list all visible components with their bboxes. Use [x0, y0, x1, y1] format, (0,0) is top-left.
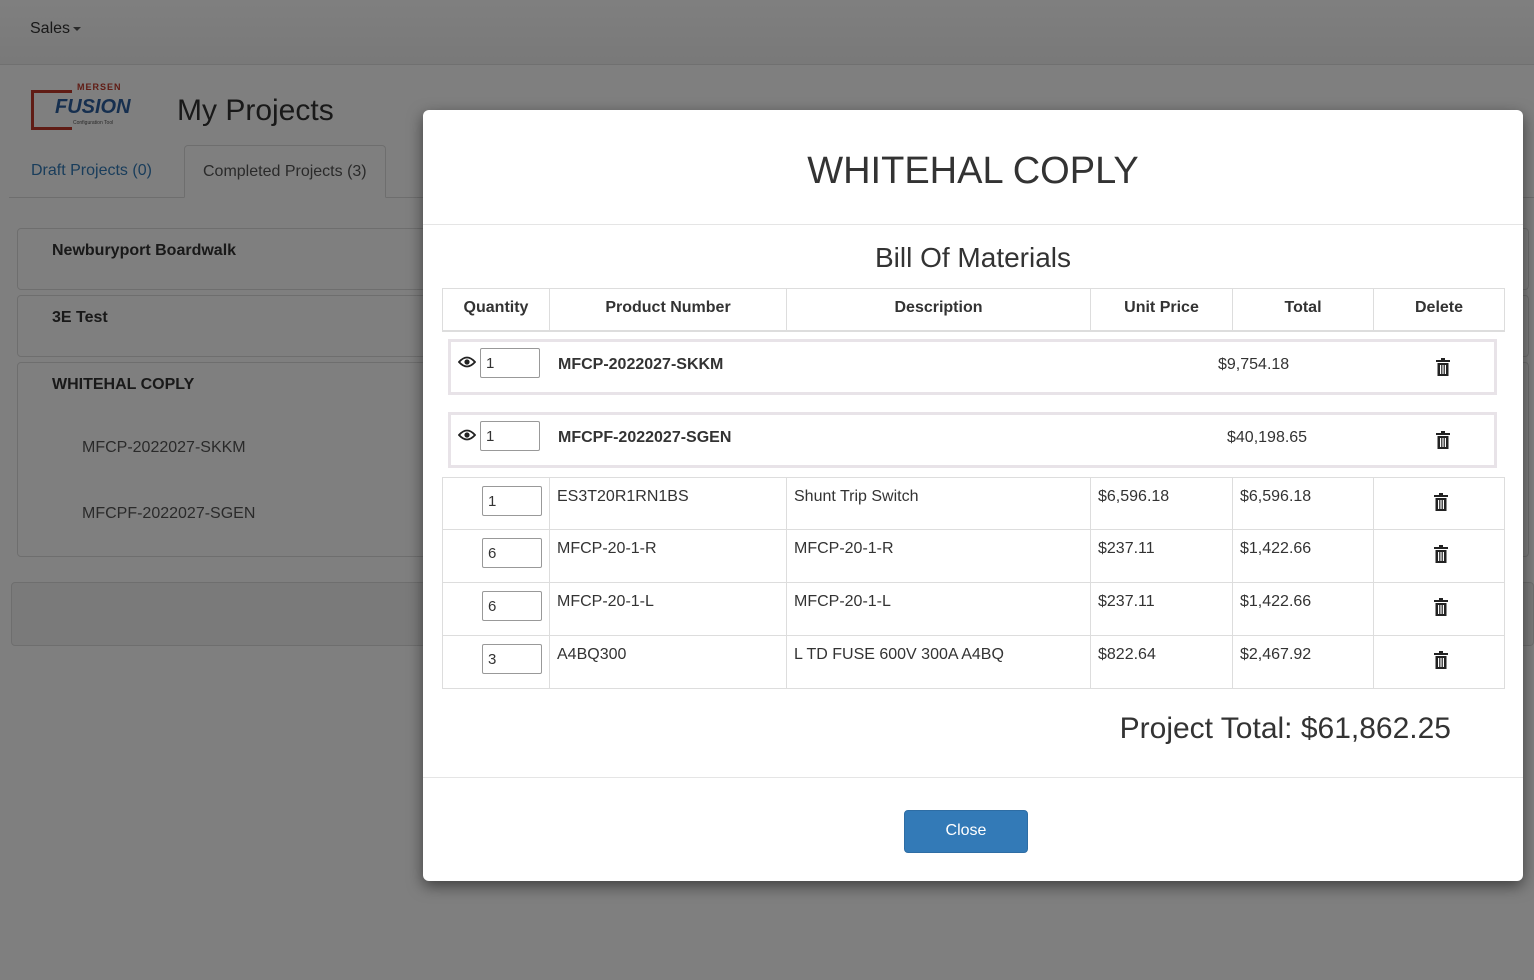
quantity-cell — [443, 636, 550, 688]
description-cell: MFCP-20-1-R — [787, 530, 1091, 582]
table-row: ES3T20R1RN1BS Shunt Trip Switch $6,596.1… — [442, 477, 1505, 530]
description-cell: L TD FUSE 600V 300A A4BQ — [787, 636, 1091, 688]
column-header-total: Total — [1233, 289, 1374, 331]
table-row: MFCP-20-1-L MFCP-20-1-L $237.11 $1,422.6… — [442, 583, 1505, 636]
bom-group-row: MFCPF-2022027-SGEN $40,198.65 — [448, 412, 1497, 468]
unit-price-cell: $6,596.18 — [1091, 478, 1233, 530]
delete-cell — [1374, 530, 1504, 582]
bom-heading: Bill Of Materials — [874, 242, 1072, 273]
eye-icon[interactable] — [458, 356, 476, 368]
bom-modal: WHITEHAL COPLY Bill Of Materials Quantit… — [423, 110, 1523, 881]
bom-group-row: MFCP-2022027-SKKM $9,754.18 — [448, 339, 1497, 395]
description: Shunt Trip Switch — [794, 488, 919, 505]
trash-icon[interactable] — [1434, 493, 1448, 511]
quantity-cell — [443, 583, 550, 635]
quantity-input[interactable] — [482, 644, 542, 674]
quantity-input[interactable] — [480, 348, 540, 378]
modal-title: WHITEHAL COPLY — [807, 150, 1139, 192]
column-header-description: Description — [787, 289, 1091, 331]
product-number-cell: ES3T20R1RN1BS — [550, 478, 787, 530]
table-row: MFCP-20-1-R MFCP-20-1-R $237.11 $1,422.6… — [442, 530, 1505, 583]
unit-price-cell: $237.11 — [1091, 530, 1233, 582]
modal-header: WHITEHAL COPLY — [423, 110, 1523, 225]
line-total: $1,422.66 — [1240, 593, 1312, 610]
trash-icon[interactable] — [1434, 598, 1448, 616]
product-number-cell: A4BQ300 — [550, 636, 787, 688]
unit-price-cell: $822.64 — [1091, 636, 1233, 688]
line-total: $1,422.66 — [1240, 540, 1312, 557]
quantity-input[interactable] — [480, 421, 540, 451]
product-number: MFCP-20-1-L — [557, 593, 654, 610]
column-header-quantity: Quantity — [443, 289, 550, 331]
project-total: Project Total: $61,862.25 — [1119, 712, 1451, 745]
quantity-cell — [443, 478, 550, 530]
total-cell: $6,596.18 — [1233, 478, 1374, 530]
unit-price: $237.11 — [1098, 593, 1155, 610]
quantity-input[interactable] — [482, 538, 542, 568]
total-cell: $1,422.66 — [1233, 583, 1374, 635]
delete-cell — [1374, 583, 1504, 635]
product-number: MFCP-20-1-R — [557, 540, 657, 557]
description-cell: MFCP-20-1-L — [787, 583, 1091, 635]
unit-price-cell: $237.11 — [1091, 583, 1233, 635]
group-product-number: MFCP-2022027-SKKM — [558, 356, 724, 373]
trash-icon[interactable] — [1434, 651, 1448, 669]
product-number-cell: MFCP-20-1-R — [550, 530, 787, 582]
quantity-input[interactable] — [482, 486, 542, 516]
eye-icon[interactable] — [458, 429, 476, 441]
group-product-number: MFCPF-2022027-SGEN — [558, 429, 732, 446]
description: L TD FUSE 600V 300A A4BQ — [794, 646, 1004, 663]
column-header-delete: Delete — [1414, 299, 1464, 316]
trash-icon[interactable] — [1436, 358, 1450, 376]
modal-footer: Close — [423, 777, 1523, 882]
table-row: A4BQ300 L TD FUSE 600V 300A A4BQ $822.64… — [442, 636, 1505, 689]
product-number: A4BQ300 — [557, 646, 627, 663]
delete-cell — [1374, 478, 1504, 530]
product-number-cell: MFCP-20-1-L — [550, 583, 787, 635]
quantity-cell — [443, 530, 550, 582]
table-header: Quantity Product Number Description Unit… — [442, 288, 1505, 332]
column-header-unit-price: Unit Price — [1091, 289, 1233, 331]
unit-price: $822.64 — [1098, 646, 1156, 663]
group-total: $9,754.18 — [1218, 356, 1290, 373]
unit-price: $237.11 — [1098, 540, 1155, 557]
line-total: $2,467.92 — [1240, 646, 1312, 663]
delete-cell — [1374, 636, 1504, 688]
group-total: $40,198.65 — [1227, 429, 1308, 446]
line-total: $6,596.18 — [1240, 488, 1312, 505]
total-cell: $1,422.66 — [1233, 530, 1374, 582]
description-cell: Shunt Trip Switch — [787, 478, 1091, 530]
close-button[interactable]: Close — [904, 810, 1028, 853]
quantity-input[interactable] — [482, 591, 542, 621]
column-header-product-number: Product Number — [550, 289, 787, 331]
product-number: ES3T20R1RN1BS — [557, 488, 689, 505]
unit-price: $6,596.18 — [1098, 488, 1170, 505]
description: MFCP-20-1-L — [794, 593, 891, 610]
total-cell: $2,467.92 — [1233, 636, 1374, 688]
description: MFCP-20-1-R — [794, 540, 894, 557]
trash-icon[interactable] — [1434, 545, 1448, 563]
trash-icon[interactable] — [1436, 431, 1450, 449]
